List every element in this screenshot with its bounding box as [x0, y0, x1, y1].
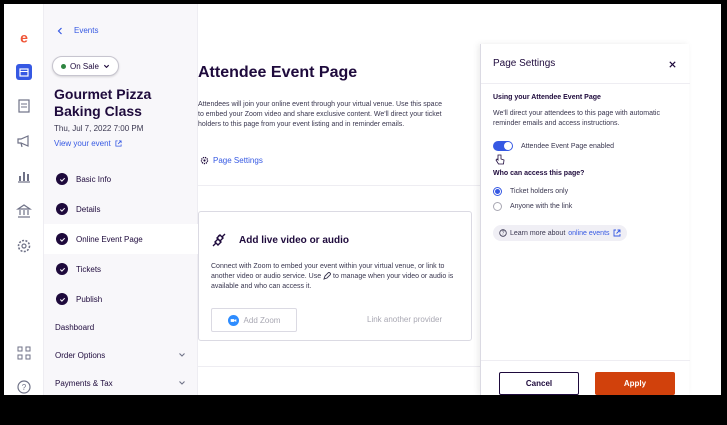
pencil-icon	[323, 272, 332, 280]
setup-steps: Basic Info Details Online Event Page Tic…	[44, 164, 198, 314]
page-title: Attendee Event Page	[198, 64, 358, 81]
page-settings-link[interactable]: Page Settings	[200, 156, 263, 165]
step-label: Tickets	[76, 264, 102, 274]
gear-icon	[200, 156, 209, 165]
section-description: We'll direct your attendees to this page…	[493, 110, 660, 127]
step-label: Basic Info	[76, 174, 112, 184]
external-link-icon	[613, 229, 620, 237]
svg-text:?: ?	[502, 231, 505, 237]
help-icon[interactable]: ?	[14, 377, 34, 395]
chevron-left-icon	[57, 27, 62, 34]
hand-cursor-icon	[495, 154, 505, 165]
cancel-button[interactable]: Cancel	[499, 372, 579, 395]
radio-ticket-holders[interactable]: Ticket holders only	[493, 187, 568, 196]
megaphone-icon[interactable]	[14, 131, 34, 151]
icon-rail: e ?	[4, 4, 44, 395]
menu-dashboard[interactable]: Dashboard	[44, 313, 198, 341]
event-title: Gourmet Pizza Baking Class	[54, 86, 152, 119]
apply-button[interactable]: Apply	[595, 372, 675, 395]
gear-icon[interactable]	[14, 236, 34, 256]
check-icon	[56, 263, 68, 275]
toggle-label: Attendee Event Page enabled	[521, 143, 615, 150]
step-publish[interactable]: Publish	[44, 284, 198, 314]
card-title: Add live video or audio	[239, 235, 350, 246]
help-circle-icon: ?	[499, 229, 507, 237]
back-to-events-link[interactable]: Events	[56, 26, 98, 35]
apps-grid-icon[interactable]	[14, 343, 34, 363]
step-label: Details	[76, 204, 101, 214]
close-icon	[669, 61, 676, 68]
close-button[interactable]	[668, 56, 680, 68]
menu-label: Payments & Tax	[55, 378, 113, 388]
step-tickets[interactable]: Tickets	[44, 254, 198, 284]
divider	[198, 185, 484, 186]
radio-label: Anyone with the link	[510, 203, 573, 210]
view-event-label: View your event	[54, 139, 111, 148]
divider	[198, 366, 484, 367]
status-label: On Sale	[70, 61, 99, 71]
access-question: Who can access this page?	[493, 170, 585, 177]
external-link-icon	[115, 140, 122, 147]
app-window: e ? Events On Sale Gourmet Pizza Baking …	[4, 4, 721, 395]
toggle-knob	[504, 142, 512, 150]
radio-label: Ticket holders only	[510, 188, 569, 195]
menu-payments-tax[interactable]: Payments & Tax	[44, 369, 198, 395]
page-settings-label: Page Settings	[213, 156, 263, 165]
event-status-dropdown[interactable]: On Sale	[52, 56, 119, 76]
section-title: Using your Attendee Event Page	[493, 94, 601, 101]
menu-label: Dashboard	[55, 322, 95, 332]
event-date: Thu, Jul 7, 2022 7:00 PM	[54, 124, 144, 133]
radio-button[interactable]	[493, 202, 502, 211]
radio-button[interactable]	[493, 187, 502, 196]
learn-more-prefix: Learn more about	[510, 229, 566, 237]
panel-header: Page Settings	[481, 44, 690, 84]
step-online-event-page[interactable]: Online Event Page	[44, 224, 198, 254]
eventbrite-logo-icon[interactable]: e	[14, 28, 34, 48]
status-dot-icon	[61, 63, 66, 69]
attendee-page-toggle[interactable]	[493, 141, 513, 151]
check-icon	[56, 293, 68, 305]
svg-text:?: ?	[22, 383, 27, 392]
document-icon[interactable]	[14, 96, 34, 116]
menu-order-options[interactable]: Order Options	[44, 341, 198, 369]
step-basic-info[interactable]: Basic Info	[44, 164, 198, 194]
page-description: Attendees will join your online event th…	[198, 101, 442, 128]
panel-title: Page Settings	[493, 58, 556, 69]
bank-icon[interactable]	[14, 201, 34, 221]
card-description: Connect with Zoom to embed your event wi…	[211, 262, 463, 292]
step-label: Online Event Page	[76, 234, 143, 244]
menu-label: Order Options	[55, 350, 106, 360]
live-video-card: Add live video or audio Connect with Zoo…	[198, 211, 472, 341]
check-icon	[56, 203, 68, 215]
main-content: Attendee Event Page Attendees will join …	[198, 4, 484, 395]
svg-text:e: e	[20, 30, 28, 46]
chevron-down-icon	[179, 353, 185, 357]
add-zoom-label: Add Zoom	[243, 315, 281, 325]
calendar-icon[interactable]	[14, 62, 34, 82]
view-event-link[interactable]: View your event	[54, 139, 122, 148]
chevron-down-icon	[103, 64, 109, 68]
step-label: Publish	[76, 294, 103, 304]
check-icon	[56, 173, 68, 185]
add-zoom-button[interactable]: Add Zoom	[211, 308, 297, 332]
zoom-icon	[227, 314, 239, 326]
step-details[interactable]: Details	[44, 194, 198, 224]
link-provider-button[interactable]: Link another provider	[367, 315, 442, 324]
online-events-link[interactable]: online events	[568, 230, 609, 237]
radio-anyone-with-link[interactable]: Anyone with the link	[493, 202, 572, 211]
panel-footer-divider	[481, 360, 690, 361]
check-icon	[56, 233, 68, 245]
page-settings-panel: Page Settings Using your Attendee Event …	[480, 44, 690, 395]
learn-more-chip[interactable]: ? Learn more about online events	[493, 225, 627, 241]
plug-icon	[212, 233, 226, 247]
back-label: Events	[74, 26, 99, 35]
event-sidebar: Events On Sale Gourmet Pizza Baking Clas…	[44, 4, 198, 395]
bar-chart-icon[interactable]	[14, 166, 34, 186]
chevron-down-icon	[179, 381, 185, 385]
